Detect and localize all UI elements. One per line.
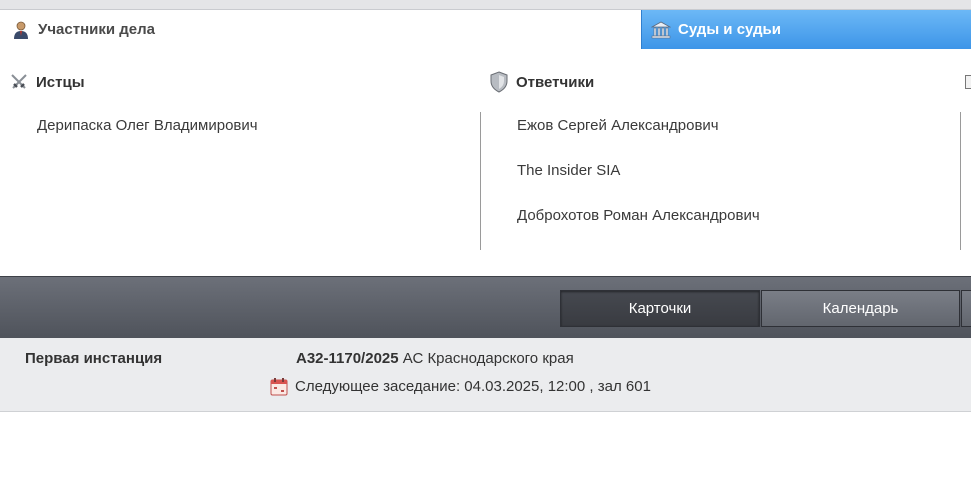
defendants-header: Ответчики (488, 70, 594, 94)
courthouse-icon (650, 19, 672, 41)
defendant-item[interactable]: Доброхотов Роман Александрович (517, 207, 760, 224)
case-line: А32-1170/2025 АС Краснодарского края (296, 350, 574, 367)
column-divider (480, 112, 481, 250)
person-icon (10, 19, 32, 41)
view-toolbar: Карточки Календарь (0, 276, 971, 338)
top-strip (0, 0, 971, 10)
calendar-button[interactable]: Календарь (761, 290, 960, 327)
calendar-icon (269, 376, 289, 396)
plaintiffs-header: Истцы (8, 70, 85, 94)
instance-label: Первая инстанция (25, 350, 163, 367)
court-name: АС Краснодарского края (402, 350, 574, 367)
toolbar-next-button-edge[interactable] (961, 290, 971, 327)
tab-courts-label: Суды и судьи (678, 21, 781, 38)
next-hearing: Следующее заседание: 04.03.2025, 12:00 ,… (269, 376, 651, 396)
column-divider (960, 112, 961, 250)
shield-icon (488, 71, 510, 93)
tab-participants[interactable]: Участники дела (0, 10, 641, 49)
plaintiffs-title: Истцы (36, 73, 85, 91)
tab-courts[interactable]: Суды и судьи (641, 10, 971, 49)
document-icon (965, 75, 971, 89)
next-hearing-text: Следующее заседание: 04.03.2025, 12:00 ,… (295, 377, 651, 395)
defendant-item[interactable]: Ежов Сергей Александрович (517, 117, 719, 134)
instance-panel: Первая инстанция А32-1170/2025 АС Красно… (0, 338, 971, 412)
crossed-swords-icon (8, 71, 30, 93)
defendants-title: Ответчики (516, 73, 595, 91)
plaintiff-item[interactable]: Дерипаска Олег Владимирович (37, 117, 258, 134)
tab-participants-label: Участники дела (38, 21, 155, 38)
case-number-link[interactable]: А32-1170/2025 (296, 350, 399, 367)
third-column-header-edge (965, 70, 971, 94)
defendant-item[interactable]: The Insider SIA (517, 162, 620, 179)
cards-button[interactable]: Карточки (560, 290, 760, 327)
